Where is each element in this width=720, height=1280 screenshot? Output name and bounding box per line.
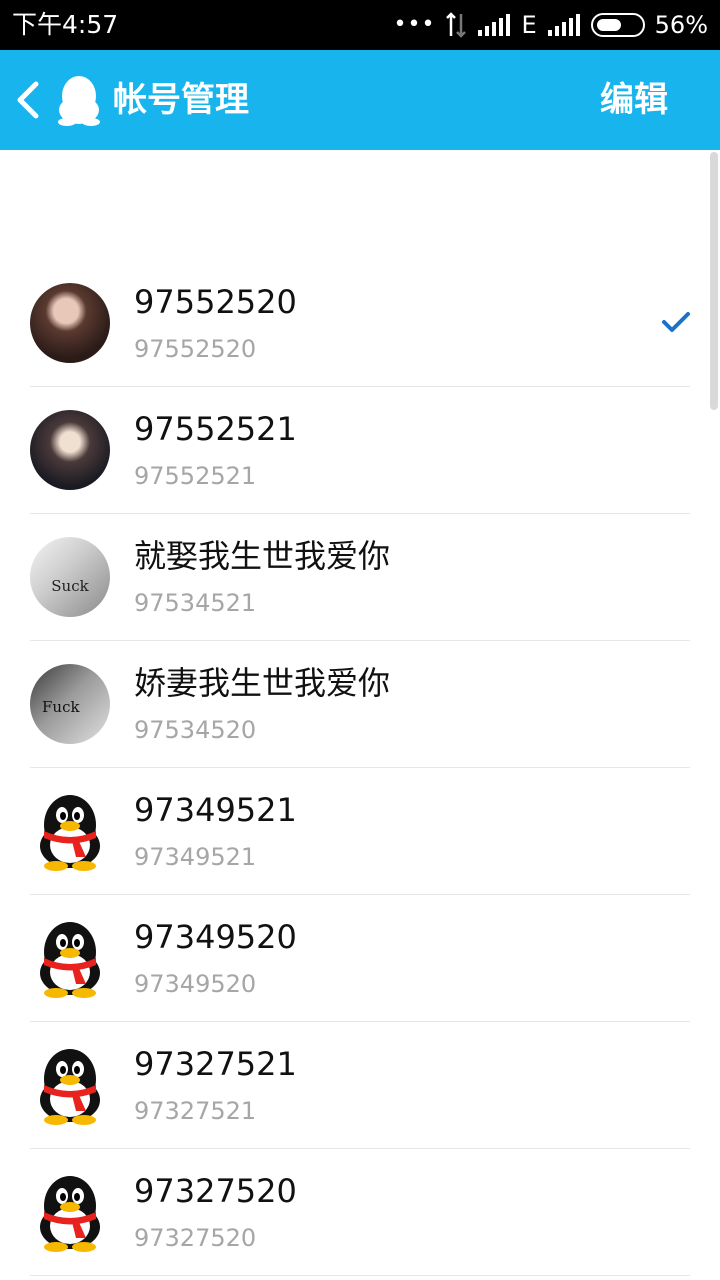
divider xyxy=(30,1275,690,1276)
avatar-caption: Fuck xyxy=(42,698,80,716)
account-name: 就娶我生世我爱你 xyxy=(134,537,391,575)
battery-percent: 56% xyxy=(654,11,708,39)
account-name: 97552521 xyxy=(134,410,297,448)
account-item[interactable]: Suck 就娶我生世我爱你 97534521 xyxy=(0,514,720,641)
more-notifications-icon: ••• xyxy=(393,12,436,37)
edit-button[interactable]: 编辑 xyxy=(600,78,668,122)
status-time: 下午4:57 xyxy=(12,10,119,39)
account-name: 97327520 xyxy=(134,1172,297,1210)
account-number: 97349520 xyxy=(134,970,257,998)
account-item[interactable]: 97349520 97349520 xyxy=(0,895,720,1022)
page-title: 帐号管理 xyxy=(113,80,249,120)
account-item[interactable]: 97327521 97327521 xyxy=(0,1022,720,1149)
data-transfer-icon xyxy=(446,12,467,38)
avatar: Fuck xyxy=(30,664,110,744)
battery-icon xyxy=(590,13,645,37)
qq-penguin-icon xyxy=(58,76,100,126)
account-number: 97327520 xyxy=(134,1224,257,1252)
avatar xyxy=(30,410,110,490)
account-number: 97534520 xyxy=(134,716,257,744)
chevron-left-icon[interactable] xyxy=(10,78,46,122)
account-name: 97552520 xyxy=(134,283,297,321)
status-icons: ••• E 56% xyxy=(394,9,708,41)
account-item[interactable]: 97327520 97327520 xyxy=(0,1149,720,1276)
account-item[interactable]: Fuck 娇妻我生世我爱你 97534520 xyxy=(0,641,720,768)
avatar: Suck xyxy=(30,537,110,617)
account-number: 97552520 xyxy=(134,335,257,363)
qq-penguin-avatar-icon xyxy=(40,795,100,871)
account-name: 97349520 xyxy=(134,918,297,956)
account-name: 97327521 xyxy=(134,1045,297,1083)
account-number: 97534521 xyxy=(134,589,257,617)
signal-strength-icon xyxy=(547,14,580,36)
title-bar: 帐号管理 编辑 xyxy=(0,50,720,150)
account-list: 97552520 97552520 97552521 97552521 Suck… xyxy=(0,260,720,1276)
qq-penguin-avatar-icon xyxy=(40,1176,100,1252)
account-number: 97349521 xyxy=(134,843,257,871)
qq-penguin-avatar-icon xyxy=(40,922,100,998)
account-item[interactable]: 97349521 97349521 xyxy=(0,768,720,895)
avatar xyxy=(30,283,110,363)
network-type: E xyxy=(521,11,537,39)
account-number: 97552521 xyxy=(134,462,257,490)
account-item[interactable]: 97552520 97552520 xyxy=(0,260,720,387)
signal-strength-icon xyxy=(478,14,511,36)
status-bar: 下午4:57 ••• E 56% xyxy=(0,0,720,50)
account-item[interactable]: 97552521 97552521 xyxy=(0,387,720,514)
account-name: 97349521 xyxy=(134,791,297,829)
checkmark-icon xyxy=(662,312,690,332)
account-number: 97327521 xyxy=(134,1097,257,1125)
account-name: 娇妻我生世我爱你 xyxy=(134,664,391,702)
avatar-caption: Suck xyxy=(51,577,89,595)
qq-penguin-avatar-icon xyxy=(40,1049,100,1125)
